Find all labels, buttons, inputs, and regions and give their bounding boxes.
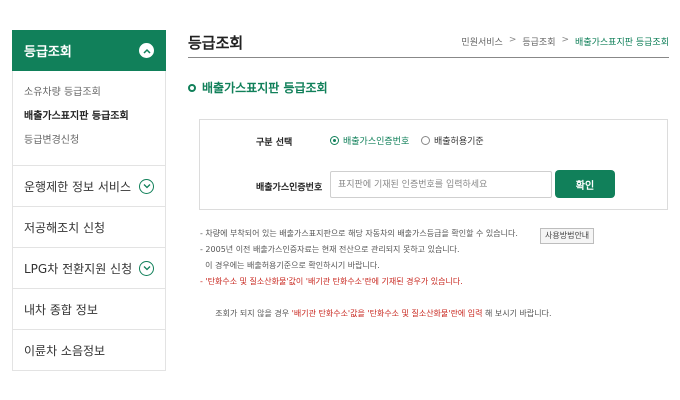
- confirm-button[interactable]: 확인: [555, 170, 615, 198]
- divider: [188, 57, 669, 58]
- submenu-item-grade-change-request[interactable]: 등급변경신청: [24, 129, 165, 153]
- note-line: - 2005년 이전 배출가스인증자료는 현재 전산으로 관리되지 못하고 있습…: [200, 245, 460, 254]
- note-text: 해 보시기 바랍니다.: [482, 309, 552, 318]
- sidebar-item-label: 운행제한 정보 서비스: [24, 179, 131, 194]
- breadcrumb-item-civil-service[interactable]: 민원서비스: [461, 35, 502, 48]
- sidebar-item-label: 내차 종합 정보: [24, 302, 98, 317]
- sidebar-item-vehicle-info[interactable]: 내차 종합 정보: [12, 289, 166, 330]
- type-select-label: 구분 선택: [256, 138, 293, 148]
- page-title: 등급조회: [188, 34, 244, 52]
- breadcrumb: 민원서비스 > 등급조회 > 배출가스표지판 등급조회: [461, 35, 669, 48]
- radio-unchecked-icon[interactable]: [421, 136, 430, 145]
- note-text: 조회가 되지 않을 경우: [210, 309, 292, 318]
- circle-bullet-icon: [188, 83, 196, 92]
- breadcrumb-separator: >: [508, 35, 517, 45]
- breadcrumb-separator: >: [561, 35, 570, 45]
- radio-emission-standard[interactable]: 배출허용기준: [421, 134, 484, 147]
- section-title-text: 배출가스표지판 등급조회: [202, 81, 328, 95]
- sidebar-item-motorcycle-noise[interactable]: 이륜차 소음정보: [12, 330, 166, 371]
- cert-number-input[interactable]: [330, 171, 552, 198]
- note-line: - 차량에 부착되어 있는 배출가스표지판으로 해당 자동차의 배출가스등급을 …: [200, 229, 518, 238]
- note-line-warning: - '탄화수소 및 질소산화물'값이 '배기관 탄화수소'란에 기재된 경우가 …: [200, 277, 463, 286]
- usage-guide-button[interactable]: 사용방법안내: [540, 228, 595, 244]
- breadcrumb-item-current: 배출가스표지판 등급조회: [575, 38, 669, 48]
- sidebar-item-lpg-conversion[interactable]: LPG차 전환지원 신청: [12, 248, 166, 289]
- chevron-down-icon[interactable]: [139, 260, 154, 276]
- sidebar-submenu: 소유차량 등급조회 배출가스표지판 등급조회 등급변경신청: [12, 71, 166, 166]
- radio-checked-icon[interactable]: [330, 136, 339, 145]
- chevron-down-icon[interactable]: [139, 178, 154, 194]
- radio-label: 배출가스인증번호: [343, 137, 410, 147]
- submenu-item-owned-vehicle-grade[interactable]: 소유차량 등급조회: [24, 81, 165, 105]
- note-line: 이 경우에는 배출허용기준으로 확인하시기 바랍니다.: [200, 261, 380, 270]
- sidebar-item-driving-restriction[interactable]: 운행제한 정보 서비스: [12, 166, 166, 207]
- sidebar-header-grade-inquiry[interactable]: 등급조회: [12, 30, 166, 71]
- sidebar-item-label: 이륜차 소음정보: [24, 343, 106, 358]
- breadcrumb-item-grade-inquiry[interactable]: 등급조회: [522, 35, 555, 48]
- chevron-up-icon[interactable]: [139, 43, 154, 58]
- cert-number-label: 배출가스인증번호: [256, 183, 323, 193]
- sidebar-item-label: 저공해조치 신청: [24, 220, 106, 235]
- sidebar-header-label: 등급조회: [24, 45, 72, 60]
- sidebar-item-label: LPG차 전환지원 신청: [24, 261, 133, 276]
- submenu-item-emission-plate-grade[interactable]: 배출가스표지판 등급조회: [24, 105, 165, 129]
- section-title: 배출가스표지판 등급조회: [188, 79, 328, 96]
- note-line: 조회가 되지 않을 경우 '배기관 탄화수소'값을 '탄화수소 및 질소산화물'…: [200, 290, 551, 318]
- notes: - 차량에 부착되어 있는 배출가스표지판으로 해당 자동차의 배출가스등급을 …: [200, 226, 552, 318]
- radio-cert-number[interactable]: 배출가스인증번호: [330, 134, 409, 147]
- note-text-warning: '배기관 탄화수소'값을 '탄화수소 및 질소산화물'란에 입력: [291, 309, 483, 318]
- radio-label: 배출허용기준: [434, 137, 484, 147]
- sidebar: 등급조회 소유차량 등급조회 배출가스표지판 등급조회 등급변경신청 운행제한 …: [12, 30, 166, 371]
- sidebar-item-low-emission-request[interactable]: 저공해조치 신청: [12, 207, 166, 248]
